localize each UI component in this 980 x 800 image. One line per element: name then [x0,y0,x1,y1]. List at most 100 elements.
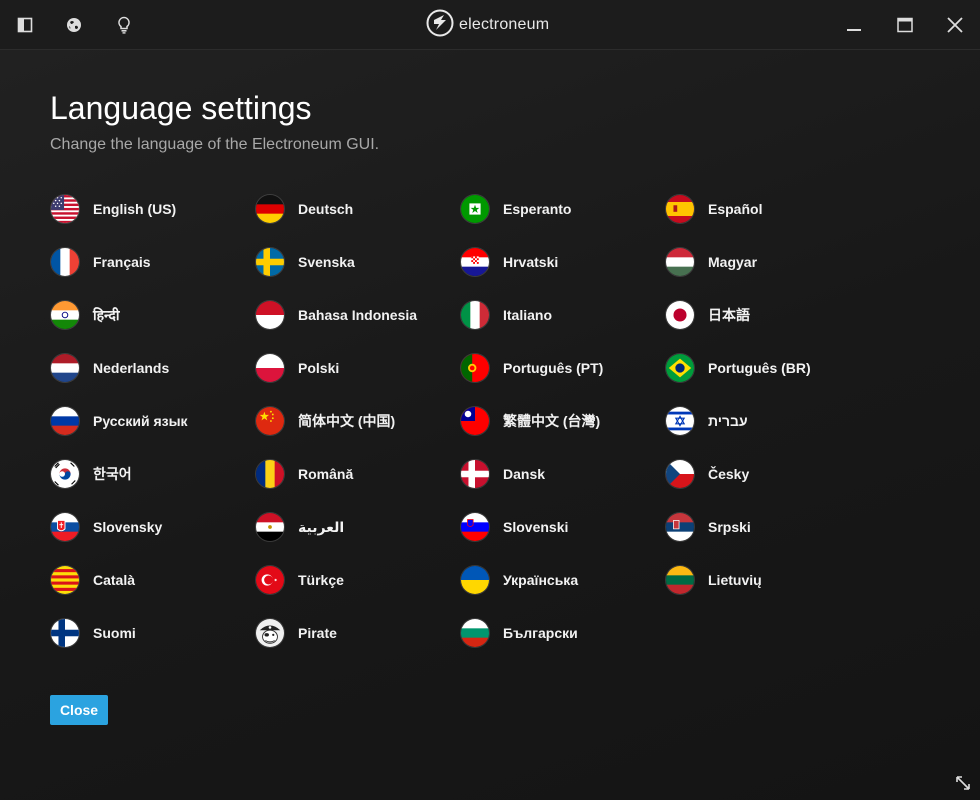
close-window-button[interactable] [944,14,966,36]
language-label: Slovenski [503,519,569,535]
flag-bg-icon [460,618,490,648]
language-label: العربية [298,518,345,535]
language-label: 繁體中文 (台灣) [503,413,601,429]
flag-ru-icon [50,406,80,436]
language-option-us[interactable]: English (US) [50,188,250,230]
language-label: Bahasa Indonesia [298,307,418,323]
language-option-se[interactable]: Svenska [255,241,455,283]
language-option-ua[interactable]: Українська [460,559,660,601]
flag-it-icon [460,300,490,330]
flag-dk-icon [460,459,490,489]
language-label: Esperanto [503,201,572,217]
language-option-tw[interactable]: 繁體中文 (台灣) [460,400,660,442]
language-label: Lietuvių [708,572,762,588]
language-option-rs[interactable]: Srpski [665,506,865,548]
maximize-button[interactable] [894,14,916,36]
language-label: 日本語 [708,307,750,323]
flag-pt-icon [460,353,490,383]
flag-id-icon [255,300,285,330]
language-label: Español [708,201,763,217]
flag-kr-icon [50,459,80,489]
flag-ua-icon [460,565,490,595]
page-subtitle: Change the language of the Electroneum G… [50,136,380,153]
language-option-il[interactable]: עברית [665,400,865,442]
language-label: Български [503,625,578,641]
language-option-nl[interactable]: Nederlands [50,347,250,389]
flag-rs-icon [665,512,695,542]
flag-si-icon [460,512,490,542]
flag-br-icon [665,353,695,383]
language-option-eg[interactable]: العربية [255,506,455,548]
language-option-hr[interactable]: Hrvatski [460,241,660,283]
language-option-de[interactable]: Deutsch [255,188,455,230]
close-button[interactable]: Close [50,695,108,725]
electroneum-logo-icon [426,9,454,42]
language-option-fi[interactable]: Suomi [50,612,250,654]
resize-handle[interactable] [954,774,972,792]
minimize-icon [847,29,861,31]
lightbulb-icon[interactable] [113,14,135,36]
language-label: Русский язык [93,413,188,429]
language-option-dk[interactable]: Dansk [460,453,660,495]
language-option-kr[interactable]: 한국어 [50,453,250,495]
page-title: Language settings [50,90,312,126]
flag-tw-icon [460,406,490,436]
language-label: Hrvatski [503,254,559,270]
language-option-id[interactable]: Bahasa Indonesia [255,294,455,336]
language-label: Svenska [298,254,355,270]
language-option-tr[interactable]: Türkçe [255,559,455,601]
flag-nl-icon [50,353,80,383]
language-option-eo[interactable]: Esperanto [460,188,660,230]
language-option-it[interactable]: Italiano [460,294,660,336]
language-option-jp[interactable]: 日本語 [665,294,865,336]
language-option-fr[interactable]: Français [50,241,250,283]
language-option-ro[interactable]: Română [255,453,455,495]
language-label: Italiano [503,307,553,323]
language-option-si[interactable]: Slovenski [460,506,660,548]
language-option-pl[interactable]: Polski [255,347,455,389]
minimize-button[interactable] [843,14,865,36]
language-label: Nederlands [93,360,170,376]
language-option-pt[interactable]: Português (PT) [460,347,660,389]
language-option-cz[interactable]: Česky [665,453,865,495]
language-label: Català [93,572,136,588]
language-option-cn[interactable]: 简体中文 (中国) [255,400,455,442]
language-label: Português (BR) [708,360,811,376]
sidebar-toggle-icon[interactable] [14,14,36,36]
close-icon [947,17,963,33]
language-label: Polski [298,360,340,376]
flag-cat-icon [50,565,80,595]
flag-tr-icon [255,565,285,595]
resize-icon [956,776,970,790]
language-grid: English (US) Deutsch Esperanto Español Franç… [50,188,870,668]
maximize-icon [897,17,913,33]
language-option-lt[interactable]: Lietuvių [665,559,865,601]
language-label: Deutsch [298,201,354,217]
language-label: 한국어 [93,466,132,482]
brand-logo: electroneum [426,9,550,42]
language-label: Français [93,254,151,270]
flag-eg-icon [255,512,285,542]
flag-se-icon [255,247,285,277]
language-label: עברית [708,413,748,429]
language-label: Slovensky [93,519,163,535]
language-option-br[interactable]: Português (BR) [665,347,865,389]
language-option-cat[interactable]: Català [50,559,250,601]
flag-cn-icon [255,406,285,436]
language-label: English (US) [93,201,177,217]
language-option-pirate[interactable]: Pirate [255,612,455,654]
flag-in-icon [50,300,80,330]
brand-name: electroneum [459,16,550,33]
language-option-ru[interactable]: Русский язык [50,400,250,442]
language-option-in[interactable]: हिन्दी [50,294,250,336]
language-option-sk[interactable]: Slovensky [50,506,250,548]
globe-icon[interactable] [63,14,85,36]
language-option-bg[interactable]: Български [460,612,660,654]
language-label: Magyar [708,254,758,270]
language-option-hu[interactable]: Magyar [665,241,865,283]
flag-sk-icon [50,512,80,542]
language-option-es[interactable]: Español [665,188,865,230]
flag-hu-icon [665,247,695,277]
flag-jp-icon [665,300,695,330]
language-label: Türkçe [298,572,344,588]
